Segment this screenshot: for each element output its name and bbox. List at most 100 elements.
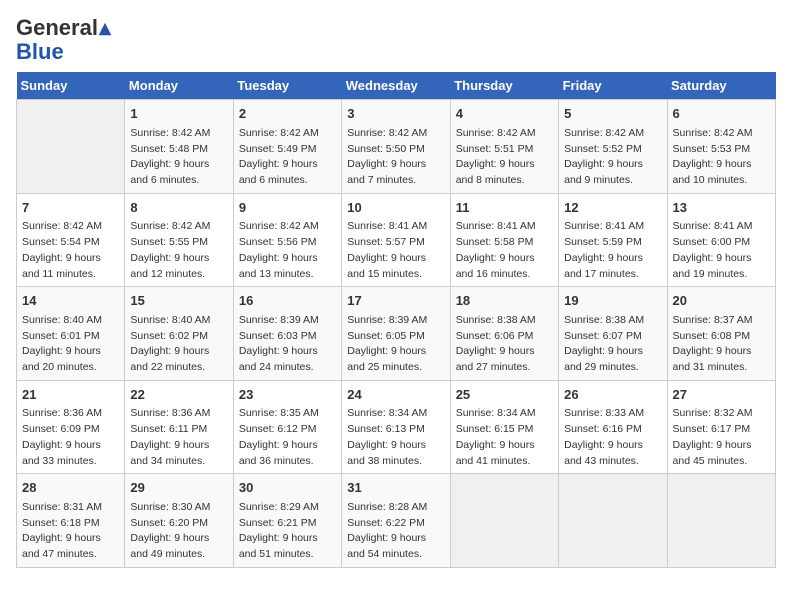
weekday-header: Wednesday — [342, 72, 450, 100]
weekday-header: Tuesday — [233, 72, 341, 100]
calendar-cell: 17Sunrise: 8:39 AM Sunset: 6:05 PM Dayli… — [342, 287, 450, 381]
day-number: 14 — [22, 291, 119, 311]
calendar-cell: 18Sunrise: 8:38 AM Sunset: 6:06 PM Dayli… — [450, 287, 558, 381]
logo-triangle-icon — [98, 22, 112, 36]
day-number: 25 — [456, 385, 553, 405]
day-number: 9 — [239, 198, 336, 218]
calendar-table: SundayMondayTuesdayWednesdayThursdayFrid… — [16, 72, 776, 568]
day-number: 20 — [673, 291, 770, 311]
day-number: 7 — [22, 198, 119, 218]
cell-content: Sunrise: 8:40 AM Sunset: 6:01 PM Dayligh… — [22, 313, 119, 376]
page-header: General Blue — [16, 16, 776, 64]
calendar-cell: 10Sunrise: 8:41 AM Sunset: 5:57 PM Dayli… — [342, 193, 450, 287]
day-number: 21 — [22, 385, 119, 405]
cell-content: Sunrise: 8:41 AM Sunset: 6:00 PM Dayligh… — [673, 219, 770, 282]
cell-content: Sunrise: 8:30 AM Sunset: 6:20 PM Dayligh… — [130, 500, 227, 563]
weekday-header: Friday — [559, 72, 667, 100]
cell-content: Sunrise: 8:42 AM Sunset: 5:53 PM Dayligh… — [673, 126, 770, 189]
day-number: 29 — [130, 478, 227, 498]
calendar-cell — [17, 100, 125, 194]
day-number: 8 — [130, 198, 227, 218]
calendar-cell: 22Sunrise: 8:36 AM Sunset: 6:11 PM Dayli… — [125, 380, 233, 474]
calendar-cell — [559, 474, 667, 568]
calendar-cell: 7Sunrise: 8:42 AM Sunset: 5:54 PM Daylig… — [17, 193, 125, 287]
day-number: 5 — [564, 104, 661, 124]
calendar-cell: 28Sunrise: 8:31 AM Sunset: 6:18 PM Dayli… — [17, 474, 125, 568]
calendar-cell: 24Sunrise: 8:34 AM Sunset: 6:13 PM Dayli… — [342, 380, 450, 474]
calendar-week-row: 14Sunrise: 8:40 AM Sunset: 6:01 PM Dayli… — [17, 287, 776, 381]
cell-content: Sunrise: 8:42 AM Sunset: 5:51 PM Dayligh… — [456, 126, 553, 189]
calendar-cell: 5Sunrise: 8:42 AM Sunset: 5:52 PM Daylig… — [559, 100, 667, 194]
cell-content: Sunrise: 8:28 AM Sunset: 6:22 PM Dayligh… — [347, 500, 444, 563]
calendar-week-row: 7Sunrise: 8:42 AM Sunset: 5:54 PM Daylig… — [17, 193, 776, 287]
day-number: 6 — [673, 104, 770, 124]
day-number: 31 — [347, 478, 444, 498]
logo-general-label: General — [16, 15, 98, 40]
calendar-cell: 2Sunrise: 8:42 AM Sunset: 5:49 PM Daylig… — [233, 100, 341, 194]
day-number: 1 — [130, 104, 227, 124]
cell-content: Sunrise: 8:36 AM Sunset: 6:11 PM Dayligh… — [130, 406, 227, 469]
cell-content: Sunrise: 8:36 AM Sunset: 6:09 PM Dayligh… — [22, 406, 119, 469]
day-number: 15 — [130, 291, 227, 311]
cell-content: Sunrise: 8:42 AM Sunset: 5:49 PM Dayligh… — [239, 126, 336, 189]
day-number: 10 — [347, 198, 444, 218]
cell-content: Sunrise: 8:42 AM Sunset: 5:52 PM Dayligh… — [564, 126, 661, 189]
day-number: 13 — [673, 198, 770, 218]
cell-content: Sunrise: 8:35 AM Sunset: 6:12 PM Dayligh… — [239, 406, 336, 469]
cell-content: Sunrise: 8:42 AM Sunset: 5:50 PM Dayligh… — [347, 126, 444, 189]
cell-content: Sunrise: 8:38 AM Sunset: 6:06 PM Dayligh… — [456, 313, 553, 376]
calendar-cell: 1Sunrise: 8:42 AM Sunset: 5:48 PM Daylig… — [125, 100, 233, 194]
day-number: 4 — [456, 104, 553, 124]
logo-blue-label: Blue — [16, 39, 64, 64]
calendar-week-row: 1Sunrise: 8:42 AM Sunset: 5:48 PM Daylig… — [17, 100, 776, 194]
calendar-cell: 20Sunrise: 8:37 AM Sunset: 6:08 PM Dayli… — [667, 287, 775, 381]
day-number: 23 — [239, 385, 336, 405]
day-number: 11 — [456, 198, 553, 218]
day-number: 22 — [130, 385, 227, 405]
day-number: 18 — [456, 291, 553, 311]
calendar-cell: 3Sunrise: 8:42 AM Sunset: 5:50 PM Daylig… — [342, 100, 450, 194]
calendar-cell: 21Sunrise: 8:36 AM Sunset: 6:09 PM Dayli… — [17, 380, 125, 474]
cell-content: Sunrise: 8:41 AM Sunset: 5:57 PM Dayligh… — [347, 219, 444, 282]
calendar-cell: 31Sunrise: 8:28 AM Sunset: 6:22 PM Dayli… — [342, 474, 450, 568]
weekday-header: Sunday — [17, 72, 125, 100]
calendar-cell — [450, 474, 558, 568]
day-number: 26 — [564, 385, 661, 405]
cell-content: Sunrise: 8:34 AM Sunset: 6:15 PM Dayligh… — [456, 406, 553, 469]
cell-content: Sunrise: 8:41 AM Sunset: 5:58 PM Dayligh… — [456, 219, 553, 282]
day-number: 24 — [347, 385, 444, 405]
cell-content: Sunrise: 8:40 AM Sunset: 6:02 PM Dayligh… — [130, 313, 227, 376]
calendar-cell: 29Sunrise: 8:30 AM Sunset: 6:20 PM Dayli… — [125, 474, 233, 568]
day-number: 27 — [673, 385, 770, 405]
calendar-cell: 12Sunrise: 8:41 AM Sunset: 5:59 PM Dayli… — [559, 193, 667, 287]
day-number: 16 — [239, 291, 336, 311]
cell-content: Sunrise: 8:37 AM Sunset: 6:08 PM Dayligh… — [673, 313, 770, 376]
cell-content: Sunrise: 8:42 AM Sunset: 5:54 PM Dayligh… — [22, 219, 119, 282]
calendar-cell: 15Sunrise: 8:40 AM Sunset: 6:02 PM Dayli… — [125, 287, 233, 381]
cell-content: Sunrise: 8:33 AM Sunset: 6:16 PM Dayligh… — [564, 406, 661, 469]
calendar-cell: 30Sunrise: 8:29 AM Sunset: 6:21 PM Dayli… — [233, 474, 341, 568]
cell-content: Sunrise: 8:41 AM Sunset: 5:59 PM Dayligh… — [564, 219, 661, 282]
cell-content: Sunrise: 8:39 AM Sunset: 6:05 PM Dayligh… — [347, 313, 444, 376]
day-number: 19 — [564, 291, 661, 311]
calendar-week-row: 21Sunrise: 8:36 AM Sunset: 6:09 PM Dayli… — [17, 380, 776, 474]
calendar-cell: 9Sunrise: 8:42 AM Sunset: 5:56 PM Daylig… — [233, 193, 341, 287]
cell-content: Sunrise: 8:42 AM Sunset: 5:55 PM Dayligh… — [130, 219, 227, 282]
day-number: 12 — [564, 198, 661, 218]
calendar-cell: 14Sunrise: 8:40 AM Sunset: 6:01 PM Dayli… — [17, 287, 125, 381]
cell-content: Sunrise: 8:34 AM Sunset: 6:13 PM Dayligh… — [347, 406, 444, 469]
calendar-header: SundayMondayTuesdayWednesdayThursdayFrid… — [17, 72, 776, 100]
calendar-cell: 13Sunrise: 8:41 AM Sunset: 6:00 PM Dayli… — [667, 193, 775, 287]
cell-content: Sunrise: 8:29 AM Sunset: 6:21 PM Dayligh… — [239, 500, 336, 563]
calendar-cell — [667, 474, 775, 568]
logo-display: General Blue — [16, 16, 112, 64]
calendar-cell: 4Sunrise: 8:42 AM Sunset: 5:51 PM Daylig… — [450, 100, 558, 194]
day-number: 30 — [239, 478, 336, 498]
calendar-cell: 23Sunrise: 8:35 AM Sunset: 6:12 PM Dayli… — [233, 380, 341, 474]
weekday-header: Thursday — [450, 72, 558, 100]
day-number: 2 — [239, 104, 336, 124]
weekday-header: Saturday — [667, 72, 775, 100]
cell-content: Sunrise: 8:32 AM Sunset: 6:17 PM Dayligh… — [673, 406, 770, 469]
cell-content: Sunrise: 8:39 AM Sunset: 6:03 PM Dayligh… — [239, 313, 336, 376]
logo: General Blue — [16, 16, 112, 64]
